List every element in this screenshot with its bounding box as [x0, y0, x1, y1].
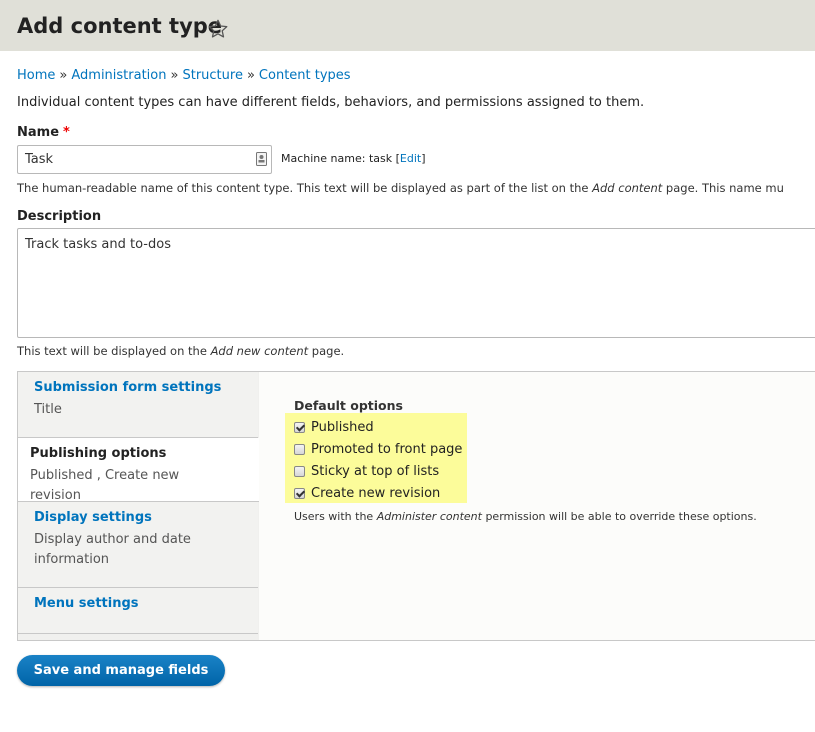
machine-name-text: Machine name: task — [281, 152, 393, 165]
description-help-em: Add new content — [210, 344, 309, 358]
description-help: This text will be displayed on the Add n… — [17, 344, 344, 358]
default-options-label: Default options — [294, 398, 403, 413]
published-checkbox[interactable] — [294, 421, 305, 433]
name-input[interactable]: Task — [17, 145, 272, 174]
name-help: The human-readable name of this content … — [17, 181, 784, 195]
page-header: Add content type — [0, 0, 815, 51]
breadcrumb-administration[interactable]: Administration — [71, 68, 166, 83]
breadcrumb-separator: » — [59, 68, 68, 83]
breadcrumb-home[interactable]: Home — [17, 68, 55, 83]
sticky-checkbox[interactable] — [294, 465, 305, 477]
name-label: Name * — [17, 125, 70, 140]
name-help-prefix: The human-readable name of this content … — [17, 181, 593, 195]
vtab-summary: Published , Create new revision — [30, 468, 180, 503]
name-help-em: Add content — [592, 181, 663, 195]
save-and-manage-fields-button[interactable]: Save and manage fields — [17, 655, 225, 686]
option-label: Sticky at top of lists — [311, 463, 440, 479]
breadcrumb-separator: » — [246, 68, 255, 83]
breadcrumb: Home» Administration» Structure» Content ty… — [17, 68, 351, 83]
breadcrumb-structure[interactable]: Structure — [182, 68, 242, 83]
publishing-help-em: Administer content — [376, 510, 482, 523]
publishing-options-pane: Default options Published Promoted to fr… — [259, 372, 815, 640]
vtab-menu-settings[interactable]: Menu settings — [18, 588, 258, 634]
publishing-help-suffix: permission will be able to override thes… — [481, 510, 757, 523]
option-create-revision[interactable]: Create new revision — [294, 483, 440, 503]
option-published[interactable]: Published — [294, 417, 374, 437]
machine-name-edit-link[interactable]: Edit — [400, 152, 421, 165]
vtab-summary: Title — [34, 402, 62, 417]
option-label: Promoted to front page — [311, 441, 463, 457]
vtab-title: Publishing options — [30, 446, 167, 461]
machine-name: Machine name: task [Edit] — [281, 152, 426, 165]
name-help-suffix: page. This name mu — [662, 181, 784, 195]
intro-text: Individual content types can have differ… — [17, 95, 645, 110]
publishing-help: Users with the Administer content permis… — [294, 510, 757, 523]
name-label-text: Name — [17, 125, 60, 140]
required-marker: * — [63, 125, 70, 140]
option-sticky[interactable]: Sticky at top of lists — [294, 461, 439, 481]
vtab-display-settings[interactable]: Display settings Display author and date… — [18, 502, 258, 588]
vtab-title: Menu settings — [34, 596, 139, 611]
publishing-help-prefix: Users with the — [294, 510, 377, 523]
breadcrumb-separator: » — [170, 68, 179, 83]
vtab-summary: Display author and date information — [34, 532, 191, 567]
page-title: Add content type — [17, 14, 223, 38]
create-revision-checkbox[interactable] — [294, 487, 305, 499]
option-promoted[interactable]: Promoted to front page — [294, 439, 462, 459]
description-help-prefix: This text will be displayed on the — [17, 344, 211, 358]
vtab-title: Submission form settings — [34, 380, 222, 395]
vertical-tabs: Submission form settings Title Publishin… — [17, 371, 815, 641]
vtab-submission-form-settings[interactable]: Submission form settings Title — [18, 372, 258, 438]
vertical-tabs-menu: Submission form settings Title Publishin… — [18, 372, 260, 640]
description-textarea[interactable]: Track tasks and to-dos — [17, 228, 815, 338]
contact-card-icon — [256, 152, 267, 166]
vtab-publishing-options[interactable]: Publishing options Published , Create ne… — [18, 438, 260, 503]
description-help-suffix: page. — [308, 344, 345, 358]
star-icon[interactable] — [207, 18, 229, 40]
promoted-checkbox[interactable] — [294, 443, 305, 455]
description-label: Description — [17, 209, 102, 224]
option-label: Published — [311, 419, 374, 435]
option-label: Create new revision — [311, 485, 441, 501]
breadcrumb-content-types[interactable]: Content types — [259, 68, 351, 83]
vtab-title: Display settings — [34, 510, 152, 525]
